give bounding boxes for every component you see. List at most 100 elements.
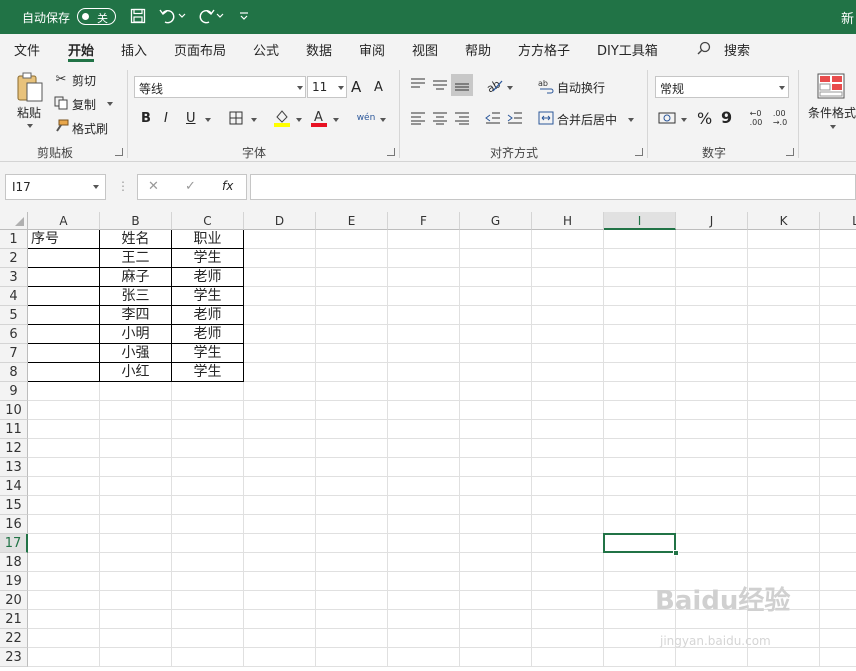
cell-g7[interactable]: [460, 344, 532, 363]
row-header-17[interactable]: 17: [0, 534, 28, 553]
cell-c10[interactable]: [172, 401, 244, 420]
cell-f15[interactable]: [388, 496, 460, 515]
accounting-dropdown-icon[interactable]: [681, 118, 687, 122]
cell-b4[interactable]: 张三: [100, 287, 172, 306]
cell-f13[interactable]: [388, 458, 460, 477]
tab-insert[interactable]: 插入: [121, 40, 147, 59]
cell-d21[interactable]: [244, 610, 316, 629]
column-header-f[interactable]: F: [388, 212, 460, 230]
cell-h7[interactable]: [532, 344, 604, 363]
row-header-8[interactable]: 8: [0, 363, 28, 382]
cell-f10[interactable]: [388, 401, 460, 420]
cell-b17[interactable]: [100, 534, 172, 553]
cell-e8[interactable]: [316, 363, 388, 382]
cell-a8[interactable]: [28, 363, 100, 382]
cell-d20[interactable]: [244, 591, 316, 610]
cell-b11[interactable]: [100, 420, 172, 439]
cell-j7[interactable]: [676, 344, 748, 363]
border-icon[interactable]: [228, 110, 244, 126]
conditional-format-button[interactable]: 条件格式: [808, 104, 856, 121]
cell-g9[interactable]: [460, 382, 532, 401]
cell-a13[interactable]: [28, 458, 100, 477]
cell-c9[interactable]: [172, 382, 244, 401]
cut-button[interactable]: 剪切: [72, 72, 96, 89]
cell-e18[interactable]: [316, 553, 388, 572]
cell-d5[interactable]: [244, 306, 316, 325]
undo-dropdown-icon[interactable]: [176, 6, 188, 26]
cell-i16[interactable]: [604, 515, 676, 534]
cell-k23[interactable]: [748, 648, 820, 667]
cell-e3[interactable]: [316, 268, 388, 287]
cell-g18[interactable]: [460, 553, 532, 572]
cell-l6[interactable]: [820, 325, 856, 344]
column-header-h[interactable]: H: [532, 212, 604, 230]
font-color-icon[interactable]: A: [310, 108, 328, 128]
cell-d19[interactable]: [244, 572, 316, 591]
cell-d12[interactable]: [244, 439, 316, 458]
cell-i10[interactable]: [604, 401, 676, 420]
cell-a17[interactable]: [28, 534, 100, 553]
paste-button[interactable]: 粘贴: [17, 104, 41, 121]
cell-g11[interactable]: [460, 420, 532, 439]
cell-h8[interactable]: [532, 363, 604, 382]
bold-button[interactable]: B: [141, 111, 151, 126]
cell-f5[interactable]: [388, 306, 460, 325]
cell-f9[interactable]: [388, 382, 460, 401]
cell-l5[interactable]: [820, 306, 856, 325]
cell-g16[interactable]: [460, 515, 532, 534]
cell-k9[interactable]: [748, 382, 820, 401]
copy-icon[interactable]: [53, 95, 69, 111]
grow-font-button[interactable]: A: [351, 78, 361, 96]
cell-h19[interactable]: [532, 572, 604, 591]
cell-f16[interactable]: [388, 515, 460, 534]
cell-d6[interactable]: [244, 325, 316, 344]
cell-j5[interactable]: [676, 306, 748, 325]
cell-l11[interactable]: [820, 420, 856, 439]
cell-h1[interactable]: [532, 230, 604, 249]
cell-j15[interactable]: [676, 496, 748, 515]
cell-k18[interactable]: [748, 553, 820, 572]
cell-h12[interactable]: [532, 439, 604, 458]
cell-l23[interactable]: [820, 648, 856, 667]
cell-l16[interactable]: [820, 515, 856, 534]
cell-i4[interactable]: [604, 287, 676, 306]
cell-a7[interactable]: [28, 344, 100, 363]
cell-e7[interactable]: [316, 344, 388, 363]
increase-decimal-icon[interactable]: ←0.00: [746, 108, 766, 128]
cell-l15[interactable]: [820, 496, 856, 515]
cell-c11[interactable]: [172, 420, 244, 439]
cell-g2[interactable]: [460, 249, 532, 268]
cell-l12[interactable]: [820, 439, 856, 458]
cell-d13[interactable]: [244, 458, 316, 477]
cell-j2[interactable]: [676, 249, 748, 268]
cell-c14[interactable]: [172, 477, 244, 496]
cell-h6[interactable]: [532, 325, 604, 344]
copy-button[interactable]: 复制: [72, 96, 96, 113]
tab-diy-toolbox[interactable]: DIY工具箱: [597, 40, 658, 59]
column-header-d[interactable]: D: [244, 212, 316, 230]
cell-e23[interactable]: [316, 648, 388, 667]
tab-file[interactable]: 文件: [14, 40, 40, 59]
font-name-select[interactable]: 等线: [134, 76, 306, 98]
redo-dropdown-icon[interactable]: [214, 6, 226, 26]
cell-h10[interactable]: [532, 401, 604, 420]
cell-g21[interactable]: [460, 610, 532, 629]
cell-c18[interactable]: [172, 553, 244, 572]
underline-button[interactable]: U: [186, 111, 196, 126]
cell-i14[interactable]: [604, 477, 676, 496]
cell-f2[interactable]: [388, 249, 460, 268]
paste-dropdown-icon[interactable]: [27, 124, 33, 128]
insert-function-icon[interactable]: fx: [222, 179, 233, 193]
cell-a6[interactable]: [28, 325, 100, 344]
copy-dropdown-icon[interactable]: [107, 102, 113, 106]
cell-l18[interactable]: [820, 553, 856, 572]
cell-a11[interactable]: [28, 420, 100, 439]
cell-b12[interactable]: [100, 439, 172, 458]
row-header-7[interactable]: 7: [0, 344, 28, 363]
cell-a15[interactable]: [28, 496, 100, 515]
cell-e6[interactable]: [316, 325, 388, 344]
cell-l19[interactable]: [820, 572, 856, 591]
cell-i8[interactable]: [604, 363, 676, 382]
cell-j17[interactable]: [676, 534, 748, 553]
cell-h14[interactable]: [532, 477, 604, 496]
